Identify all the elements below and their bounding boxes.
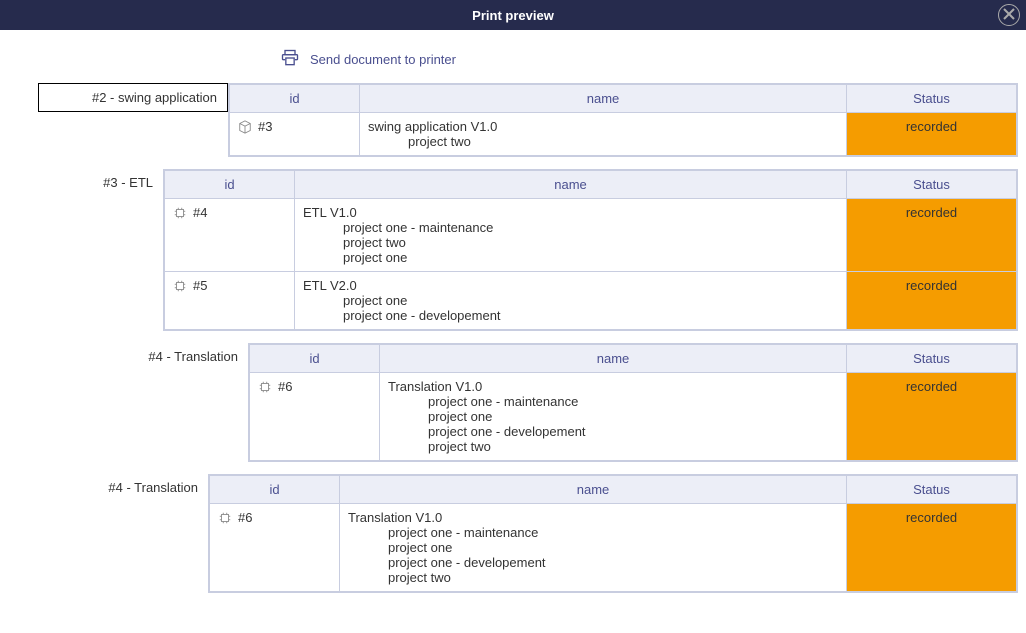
row-name-sub: project one - developement <box>388 424 838 439</box>
column-header-id: id <box>210 476 340 504</box>
group-title: #4 - Translation <box>63 474 208 501</box>
row-id: #4 <box>193 205 207 220</box>
status-badge: recorded <box>847 199 1017 272</box>
group-title: #3 - ETL <box>68 169 163 196</box>
column-header-status: Status <box>847 171 1017 199</box>
chip-icon <box>173 206 187 223</box>
row-name-sub: project two <box>368 134 838 149</box>
column-header-name: name <box>340 476 847 504</box>
row-name-title: swing application V1.0 <box>368 119 838 134</box>
row-id: #6 <box>238 510 252 525</box>
send-to-printer-label: Send document to printer <box>310 52 456 67</box>
column-header-status: Status <box>847 476 1017 504</box>
send-to-printer-link[interactable]: Send document to printer <box>280 48 456 71</box>
column-header-name: name <box>295 171 847 199</box>
group: #4 - TranslationidnameStatus #6 Translati… <box>8 474 1018 593</box>
table-row: #6 Translation V1.0project one - maintena… <box>250 373 1017 461</box>
row-name-sub: project one - maintenance <box>348 525 838 540</box>
row-name-title: Translation V1.0 <box>388 379 838 394</box>
row-name-title: ETL V1.0 <box>303 205 838 220</box>
status-badge: recorded <box>847 373 1017 461</box>
window-header: Print preview <box>0 0 1026 30</box>
table-row: #4ETL V1.0project one - maintenanceproje… <box>165 199 1017 272</box>
group-table: idnameStatus #6Translation V1.0project o… <box>248 343 1018 462</box>
status-badge: recorded <box>847 113 1017 156</box>
group-table: idnameStatus #3 swing application V1.0pro… <box>228 83 1018 157</box>
chip-icon <box>173 279 187 296</box>
status-badge: recorded <box>847 504 1017 592</box>
column-header-name: name <box>380 345 847 373</box>
table-row: #3 swing application V1.0project two recor… <box>230 113 1017 156</box>
row-name-sub: project one <box>303 250 838 265</box>
group: #3 - ETLidnameStatus #4ETL V1.0project o… <box>8 169 1018 331</box>
group: #2 - swing applicationidnameStatus #3 swi… <box>8 83 1018 157</box>
row-name-sub: project one <box>303 293 838 308</box>
column-header-status: Status <box>847 345 1017 373</box>
row-name-sub: project two <box>348 570 838 585</box>
close-button[interactable] <box>998 4 1020 26</box>
row-name-sub: project one - maintenance <box>388 394 838 409</box>
cube-icon <box>238 120 252 137</box>
column-header-name: name <box>360 85 847 113</box>
column-header-id: id <box>230 85 360 113</box>
printer-icon <box>280 48 300 71</box>
row-name-sub: project one <box>388 409 838 424</box>
row-name-title: Translation V1.0 <box>348 510 838 525</box>
row-name-sub: project one - maintenance <box>303 220 838 235</box>
column-header-id: id <box>165 171 295 199</box>
table-row: #6 Translation V1.0project one - maintena… <box>210 504 1017 592</box>
column-header-status: Status <box>847 85 1017 113</box>
close-icon <box>1003 8 1015 23</box>
group-title: #4 - Translation <box>108 343 248 370</box>
row-name-sub: project two <box>303 235 838 250</box>
row-name-sub: project one <box>348 540 838 555</box>
status-badge: recorded <box>847 272 1017 330</box>
chip-icon <box>258 380 272 397</box>
row-name-sub: project one - developement <box>303 308 838 323</box>
group-table: idnameStatus #4 ETL V1.0project one - mai… <box>163 169 1018 331</box>
row-id: #5 <box>193 278 207 293</box>
row-name-sub: project two <box>388 439 838 454</box>
row-id: #6 <box>278 379 292 394</box>
column-header-id: id <box>250 345 380 373</box>
group-title: #2 - swing application <box>38 83 228 112</box>
group: #4 - TranslationidnameStatus #6 Translati… <box>8 343 1018 462</box>
row-name-title: ETL V2.0 <box>303 278 838 293</box>
window-title: Print preview <box>472 8 554 23</box>
group-table: idnameStatus #6Translation V1.0project o… <box>208 474 1018 593</box>
row-id: #3 <box>258 119 272 134</box>
chip-icon <box>218 511 232 528</box>
table-row: #5 ETL V2.0project oneproject one - devel… <box>165 272 1017 330</box>
row-name-sub: project one - developement <box>348 555 838 570</box>
toolbar: Send document to printer <box>0 30 1026 83</box>
